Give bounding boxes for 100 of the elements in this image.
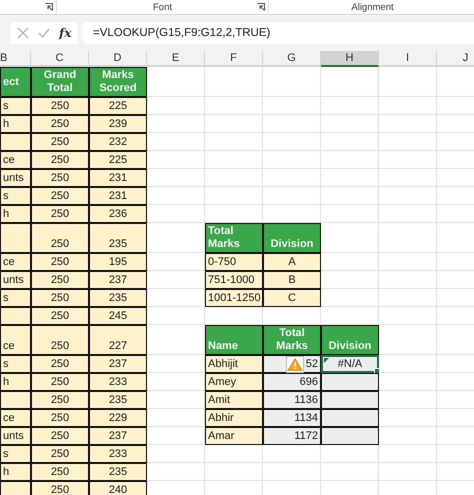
table-cell: A: [263, 253, 321, 271]
table-cell: 250: [31, 97, 89, 115]
column-heading[interactable]: J: [437, 51, 474, 67]
ribbon-group-label: Font: [152, 2, 172, 12]
table-cell: 250: [31, 463, 89, 481]
table-cell: unts: [0, 427, 31, 445]
table-cell: 250: [31, 481, 89, 495]
table-cell: [0, 391, 31, 409]
table-cell: ce: [0, 253, 31, 271]
table-cell: 250: [31, 391, 89, 409]
table-cell: 250: [31, 115, 89, 133]
table-cell: [0, 223, 31, 253]
table-cell: 229: [89, 409, 147, 427]
table-cell: [0, 481, 31, 495]
column-heading[interactable]: G: [263, 51, 321, 67]
cancel-icon[interactable]: [16, 27, 29, 39]
formula-field[interactable]: =VLOOKUP(G15,F9:G12,2,TRUE): [83, 22, 474, 44]
table-cell: unts: [0, 169, 31, 187]
table-cell: 240: [89, 481, 147, 495]
table-cell: 696: [263, 373, 321, 391]
table-cell: 231: [89, 169, 147, 187]
column-heading[interactable]: F: [205, 51, 263, 67]
table-cell: s: [0, 97, 31, 115]
table-cell: 250: [31, 445, 89, 463]
table-cell: 751-1000: [205, 271, 263, 289]
table-cell: s: [0, 187, 31, 205]
column-heading[interactable]: D: [89, 51, 147, 67]
table-cell: 235: [89, 391, 147, 409]
warning-icon[interactable]: [286, 356, 304, 373]
table-cell: 250: [31, 133, 89, 151]
table-cell: 250: [31, 205, 89, 223]
table-cell: 231: [89, 187, 147, 205]
table-cell: 250: [31, 325, 89, 355]
error-indicator-icon: [324, 358, 329, 363]
table-cell: 225: [89, 97, 147, 115]
table-cell: Abhir: [205, 409, 263, 427]
table-cell: ce: [0, 325, 31, 355]
table-cell: B: [263, 271, 321, 289]
table-cell: 250: [31, 307, 89, 325]
table-cell: 235: [89, 463, 147, 481]
table-cell: 52: [263, 355, 321, 373]
table-cell: 239: [89, 115, 147, 133]
column-header: Grand Total: [31, 67, 89, 97]
table-cell: C: [263, 289, 321, 307]
table-cell: Amey: [205, 373, 263, 391]
table-cell: 250: [31, 289, 89, 307]
table-cell: 250: [31, 409, 89, 427]
table-cell: 237: [89, 271, 147, 289]
column-header: Name: [205, 325, 263, 355]
table-cell: 0-750: [205, 253, 263, 271]
insert-function-button[interactable]: fx: [59, 26, 72, 40]
table-cell: h: [0, 205, 31, 223]
column-header: Division: [321, 325, 379, 355]
column-heading[interactable]: I: [379, 51, 437, 67]
table-cell: 1134: [263, 409, 321, 427]
table-cell: h: [0, 463, 31, 481]
table-cell: 233: [89, 445, 147, 463]
table-cell: 250: [31, 169, 89, 187]
table-cell: 235: [89, 289, 147, 307]
column-header: Marks Scored: [89, 67, 147, 97]
table-cell: unts: [0, 271, 31, 289]
table-cell: 237: [89, 355, 147, 373]
column-heading[interactable]: C: [31, 51, 89, 67]
table-cell: 236: [89, 205, 147, 223]
column-header: Total Marks: [263, 325, 321, 355]
table-cell: 250: [31, 187, 89, 205]
table-cell: Abhijit: [205, 355, 263, 373]
table-cell: 1172: [263, 427, 321, 445]
table-cell: 250: [31, 223, 89, 253]
dialog-launcher-icon[interactable]: [257, 3, 265, 11]
table-cell: 227: [89, 325, 147, 355]
check-icon[interactable]: [38, 27, 50, 39]
column-heading[interactable]: H: [321, 51, 379, 67]
table-cell: s: [0, 445, 31, 463]
dialog-launcher-icon[interactable]: [45, 3, 53, 11]
table-cell: [0, 133, 31, 151]
table-cell: 233: [89, 373, 147, 391]
table-cell: 245: [89, 307, 147, 325]
table-cell: 250: [31, 253, 89, 271]
table-cell: 1136: [263, 391, 321, 409]
table-cell: h: [0, 115, 31, 133]
column-header: Division: [263, 223, 321, 253]
table-cell: 250: [31, 373, 89, 391]
table-cell: 235: [89, 223, 147, 253]
table-cell: h: [0, 373, 31, 391]
table-cell: 195: [89, 253, 147, 271]
table-cell: 232: [89, 133, 147, 151]
table-cell: Amar: [205, 427, 263, 445]
table-cell: Amit: [205, 391, 263, 409]
ribbon-group-label: Alignment: [351, 2, 394, 12]
table-cell: s: [0, 289, 31, 307]
table-cell: 250: [31, 151, 89, 169]
column-heading[interactable]: B: [0, 51, 31, 67]
table-cell: 1001-1250: [205, 289, 263, 307]
table-cell: ce: [0, 151, 31, 169]
table-cell: 237: [89, 427, 147, 445]
table-cell: s: [0, 355, 31, 373]
table-cell: #N/A: [321, 355, 379, 373]
column-heading[interactable]: E: [147, 51, 205, 67]
table-cell: 250: [31, 271, 89, 289]
